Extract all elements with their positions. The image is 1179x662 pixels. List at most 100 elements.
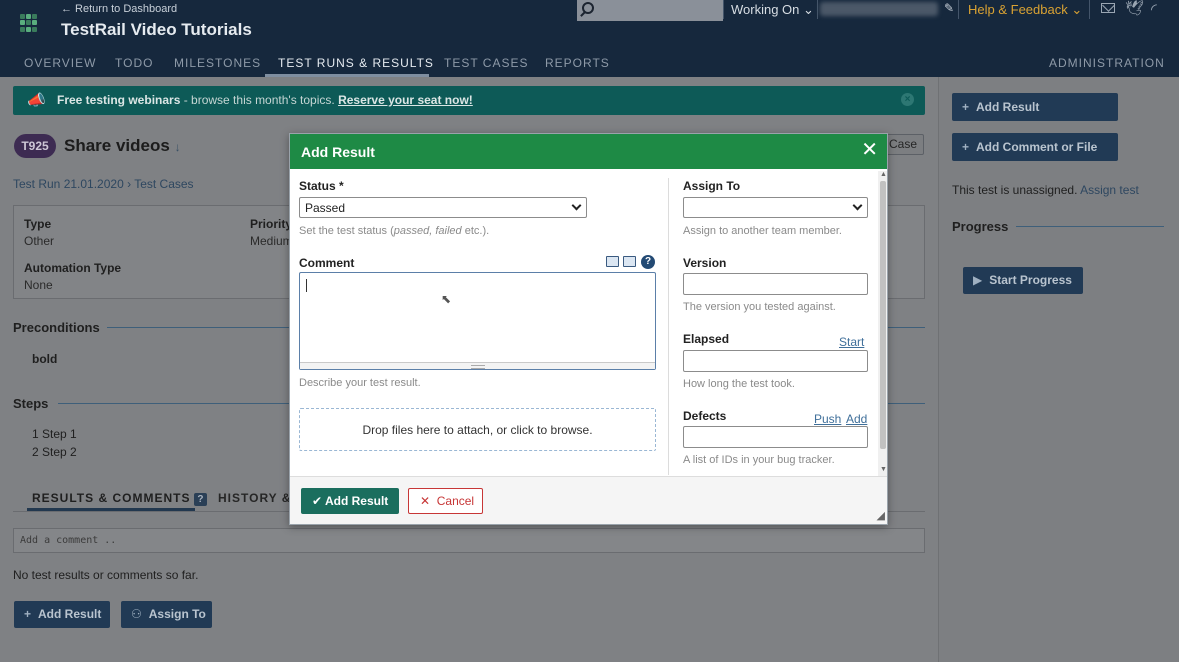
version-input[interactable] <box>683 273 868 295</box>
section-divider <box>1016 226 1164 227</box>
submit-add-result-button[interactable]: ✔ Add Result <box>301 488 399 514</box>
tab-administration[interactable]: ADMINISTRATION <box>1049 56 1165 70</box>
tab-overview[interactable]: OVERVIEW <box>24 56 96 70</box>
dialog-title: Add Result <box>301 144 375 160</box>
mail-icon[interactable] <box>1101 3 1115 13</box>
cancel-label: Cancel <box>436 494 475 508</box>
comment-hint: Describe your test result. <box>299 377 421 389</box>
cancel-button[interactable]: ✕ Cancel <box>408 488 483 514</box>
close-icon[interactable]: ✕ <box>861 140 878 160</box>
step-2: 2 Step 2 <box>32 445 77 459</box>
plus-icon: + <box>962 140 970 154</box>
tab-milestones[interactable]: MILESTONES <box>174 56 261 70</box>
breadcrumb[interactable]: Test Run 21.01.2020 › Test Cases <box>13 177 194 191</box>
tab-test-cases[interactable]: TEST CASES <box>444 56 528 70</box>
add-comment-label: Add Comment or File <box>976 140 1098 154</box>
scroll-down-icon[interactable]: ▼ <box>880 466 887 473</box>
comment-textarea[interactable] <box>299 272 656 370</box>
file-dropzone[interactable]: Drop files here to attach, or click to b… <box>299 408 656 451</box>
play-icon: ▶ <box>973 273 983 287</box>
mouse-pointer-icon: ⬉ <box>441 292 452 306</box>
assignment-status: This test is unassigned. Assign test <box>952 183 1139 197</box>
assign-test-link[interactable]: Assign test <box>1080 183 1139 197</box>
resize-handle[interactable] <box>300 362 655 369</box>
twitter-icon[interactable]: 🕊 <box>1125 0 1144 17</box>
help-icon[interactable]: ? <box>194 493 208 506</box>
return-to-dashboard-link[interactable]: ← Return to Dashboard <box>61 3 177 15</box>
image-icon[interactable] <box>623 256 636 267</box>
comment-label: Comment <box>299 256 355 270</box>
sidebar-add-result-button[interactable]: + Add Result <box>952 93 1118 121</box>
tab-todo[interactable]: TODO <box>115 56 153 70</box>
banner-bold-text: Free testing webinars <box>57 93 181 107</box>
search-icon <box>582 2 594 14</box>
priority-label: Priority <box>250 217 293 231</box>
help-feedback-dropdown[interactable]: Help & Feedback ⌄ <box>968 2 1082 18</box>
testrail-logo-icon[interactable] <box>20 14 38 32</box>
status-select[interactable]: Passed <box>299 197 587 218</box>
chevron-down-icon <box>571 200 582 211</box>
no-results-text: No test results or comments so far. <box>13 568 199 582</box>
status-hint-end: etc.). <box>461 225 490 237</box>
x-icon: ✕ <box>420 494 431 508</box>
defects-add-link[interactable]: Add <box>846 412 867 426</box>
tab-reports[interactable]: REPORTS <box>545 56 610 70</box>
close-icon[interactable]: × <box>901 93 914 106</box>
working-on-label: Working On <box>731 2 800 17</box>
elapsed-start-link[interactable]: Start <box>839 335 864 349</box>
defects-label: Defects <box>683 409 727 423</box>
submit-label: Add Result <box>324 494 389 508</box>
user-menu[interactable] <box>820 2 938 16</box>
preconditions-text: bold <box>32 352 58 366</box>
scrollbar-thumb[interactable] <box>880 181 886 449</box>
arrow-down-icon[interactable]: ↓ <box>175 140 181 154</box>
step-1: 1 Step 1 <box>32 427 77 441</box>
table-icon[interactable] <box>606 256 619 267</box>
defects-hint: A list of IDs in your bug tracker. <box>683 454 835 466</box>
reserve-seat-link[interactable]: Reserve your seat now! <box>338 93 473 107</box>
working-on-dropdown[interactable]: Working On ⌄ <box>731 2 814 18</box>
start-progress-label: Start Progress <box>989 273 1072 287</box>
edit-case-button[interactable]: Case <box>882 134 924 155</box>
status-label: Status * <box>299 179 344 193</box>
status-hint: Set the test status (passed, failed etc.… <box>299 225 489 237</box>
version-hint: The version you tested against. <box>683 301 836 313</box>
tab-results-label: RESULTS & COMMENTS <box>32 491 191 505</box>
resize-grip-icon[interactable]: ◢ <box>877 509 885 522</box>
text-caret <box>306 279 307 292</box>
column-divider <box>668 178 669 475</box>
defects-input[interactable] <box>683 426 868 448</box>
banner-body-text: - browse this month's topics. <box>180 93 339 107</box>
assign-to-hint: Assign to another team member. <box>683 225 842 237</box>
assign-to-button[interactable]: ⚇ Assign To <box>121 601 212 628</box>
header-divider <box>958 0 959 19</box>
assign-to-label: Assign To <box>148 607 206 621</box>
header-divider <box>817 0 818 19</box>
scroll-up-icon[interactable]: ▲ <box>880 171 887 178</box>
chevron-down-icon <box>852 200 863 211</box>
tab-results-comments[interactable]: RESULTS & COMMENTS? <box>32 491 208 506</box>
elapsed-input[interactable] <box>683 350 868 372</box>
status-hint-examples: passed, failed <box>393 225 462 237</box>
assign-to-select[interactable] <box>683 197 868 218</box>
sidebar-add-result-label: Add Result <box>976 100 1040 114</box>
add-comment-input[interactable]: Add a comment .. <box>13 528 925 553</box>
start-progress-button[interactable]: ▶ Start Progress <box>963 267 1083 294</box>
project-title[interactable]: TestRail Video Tutorials <box>61 20 252 40</box>
rss-icon[interactable]: ◜ <box>1151 0 1157 18</box>
add-result-button[interactable]: + Add Result <box>14 601 110 628</box>
top-header: ← Return to Dashboard TestRail Video Tut… <box>0 0 1179 48</box>
user-icon: ⚇ <box>131 607 142 621</box>
defects-push-link[interactable]: Push <box>814 412 841 426</box>
help-icon[interactable]: ? <box>641 255 655 269</box>
search-input[interactable] <box>577 0 723 21</box>
webinar-banner: 📣 Free testing webinars - browse this mo… <box>13 86 925 115</box>
tab-test-runs-results[interactable]: TEST RUNS & RESULTS <box>278 56 434 70</box>
preconditions-heading: Preconditions <box>13 320 100 335</box>
version-label: Version <box>683 256 727 270</box>
add-comment-or-file-button[interactable]: + Add Comment or File <box>952 133 1118 161</box>
header-divider <box>723 0 724 19</box>
test-id-badge: T925 <box>14 134 56 158</box>
pencil-icon[interactable]: ✎ <box>944 1 954 15</box>
automation-type-label: Automation Type <box>24 261 122 275</box>
